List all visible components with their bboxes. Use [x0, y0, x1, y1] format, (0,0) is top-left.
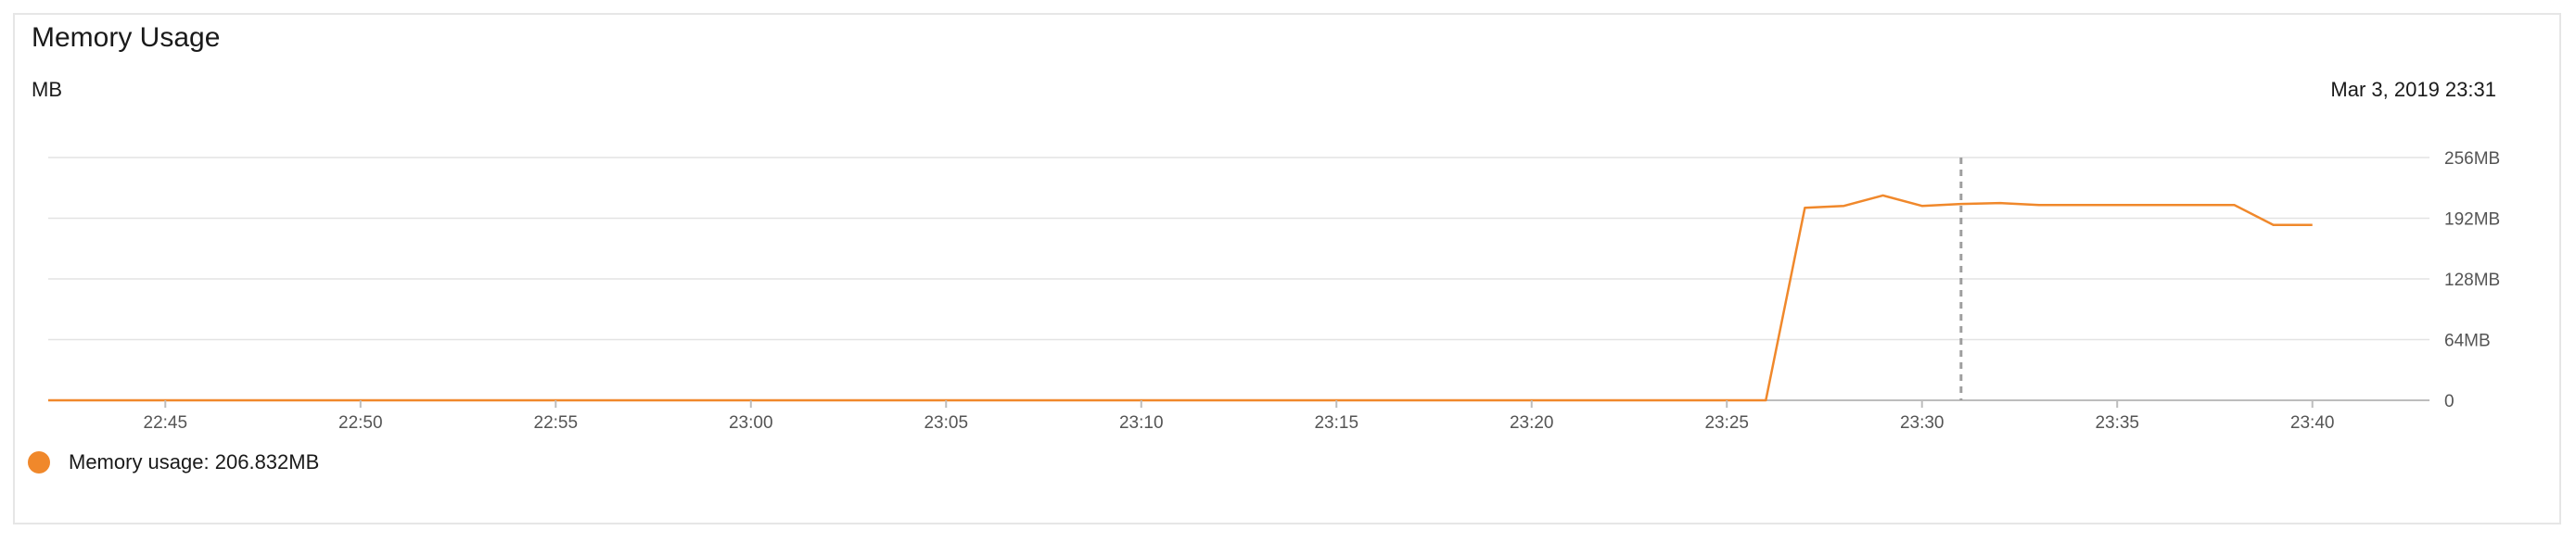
x-tick-label: 23:00: [729, 413, 773, 433]
series-line-memory-usage: [48, 194, 2313, 402]
x-tick-label: 23:35: [2095, 413, 2139, 433]
x-tick-label: 23:05: [924, 413, 968, 433]
legend-label: Memory usage:: [69, 450, 210, 474]
legend-value: 206.832MB: [214, 450, 320, 474]
x-tick-label: 23:30: [1900, 413, 1945, 433]
x-tick-label: 23:20: [1510, 413, 1554, 433]
x-tick-label: 23:10: [1119, 413, 1164, 433]
x-tick-label: 22:55: [534, 413, 579, 433]
x-tick-label: 23:25: [1704, 413, 1749, 433]
y-tick-label: 256MB: [2444, 149, 2500, 169]
y-tick-label: 192MB: [2444, 210, 2500, 230]
legend: Memory usage: 206.832MB: [28, 450, 319, 474]
x-tick-label: 23:40: [2290, 413, 2335, 433]
memory-line-chart[interactable]: 22:45 22:50 22:55 23:00 23:05 23:10 23:15 23:20…: [0, 0, 2576, 543]
y-tick-label: 64MB: [2444, 332, 2491, 351]
x-tick-label: 23:15: [1314, 413, 1358, 433]
legend-color-dot: [28, 451, 50, 474]
x-tick-label: 22:50: [338, 413, 383, 433]
y-tick-label: 128MB: [2444, 271, 2500, 290]
legend-entry: Memory usage: 206.832MB: [69, 450, 319, 474]
y-tick-label: 0: [2444, 392, 2455, 411]
x-tick-label: 22:45: [144, 413, 188, 433]
